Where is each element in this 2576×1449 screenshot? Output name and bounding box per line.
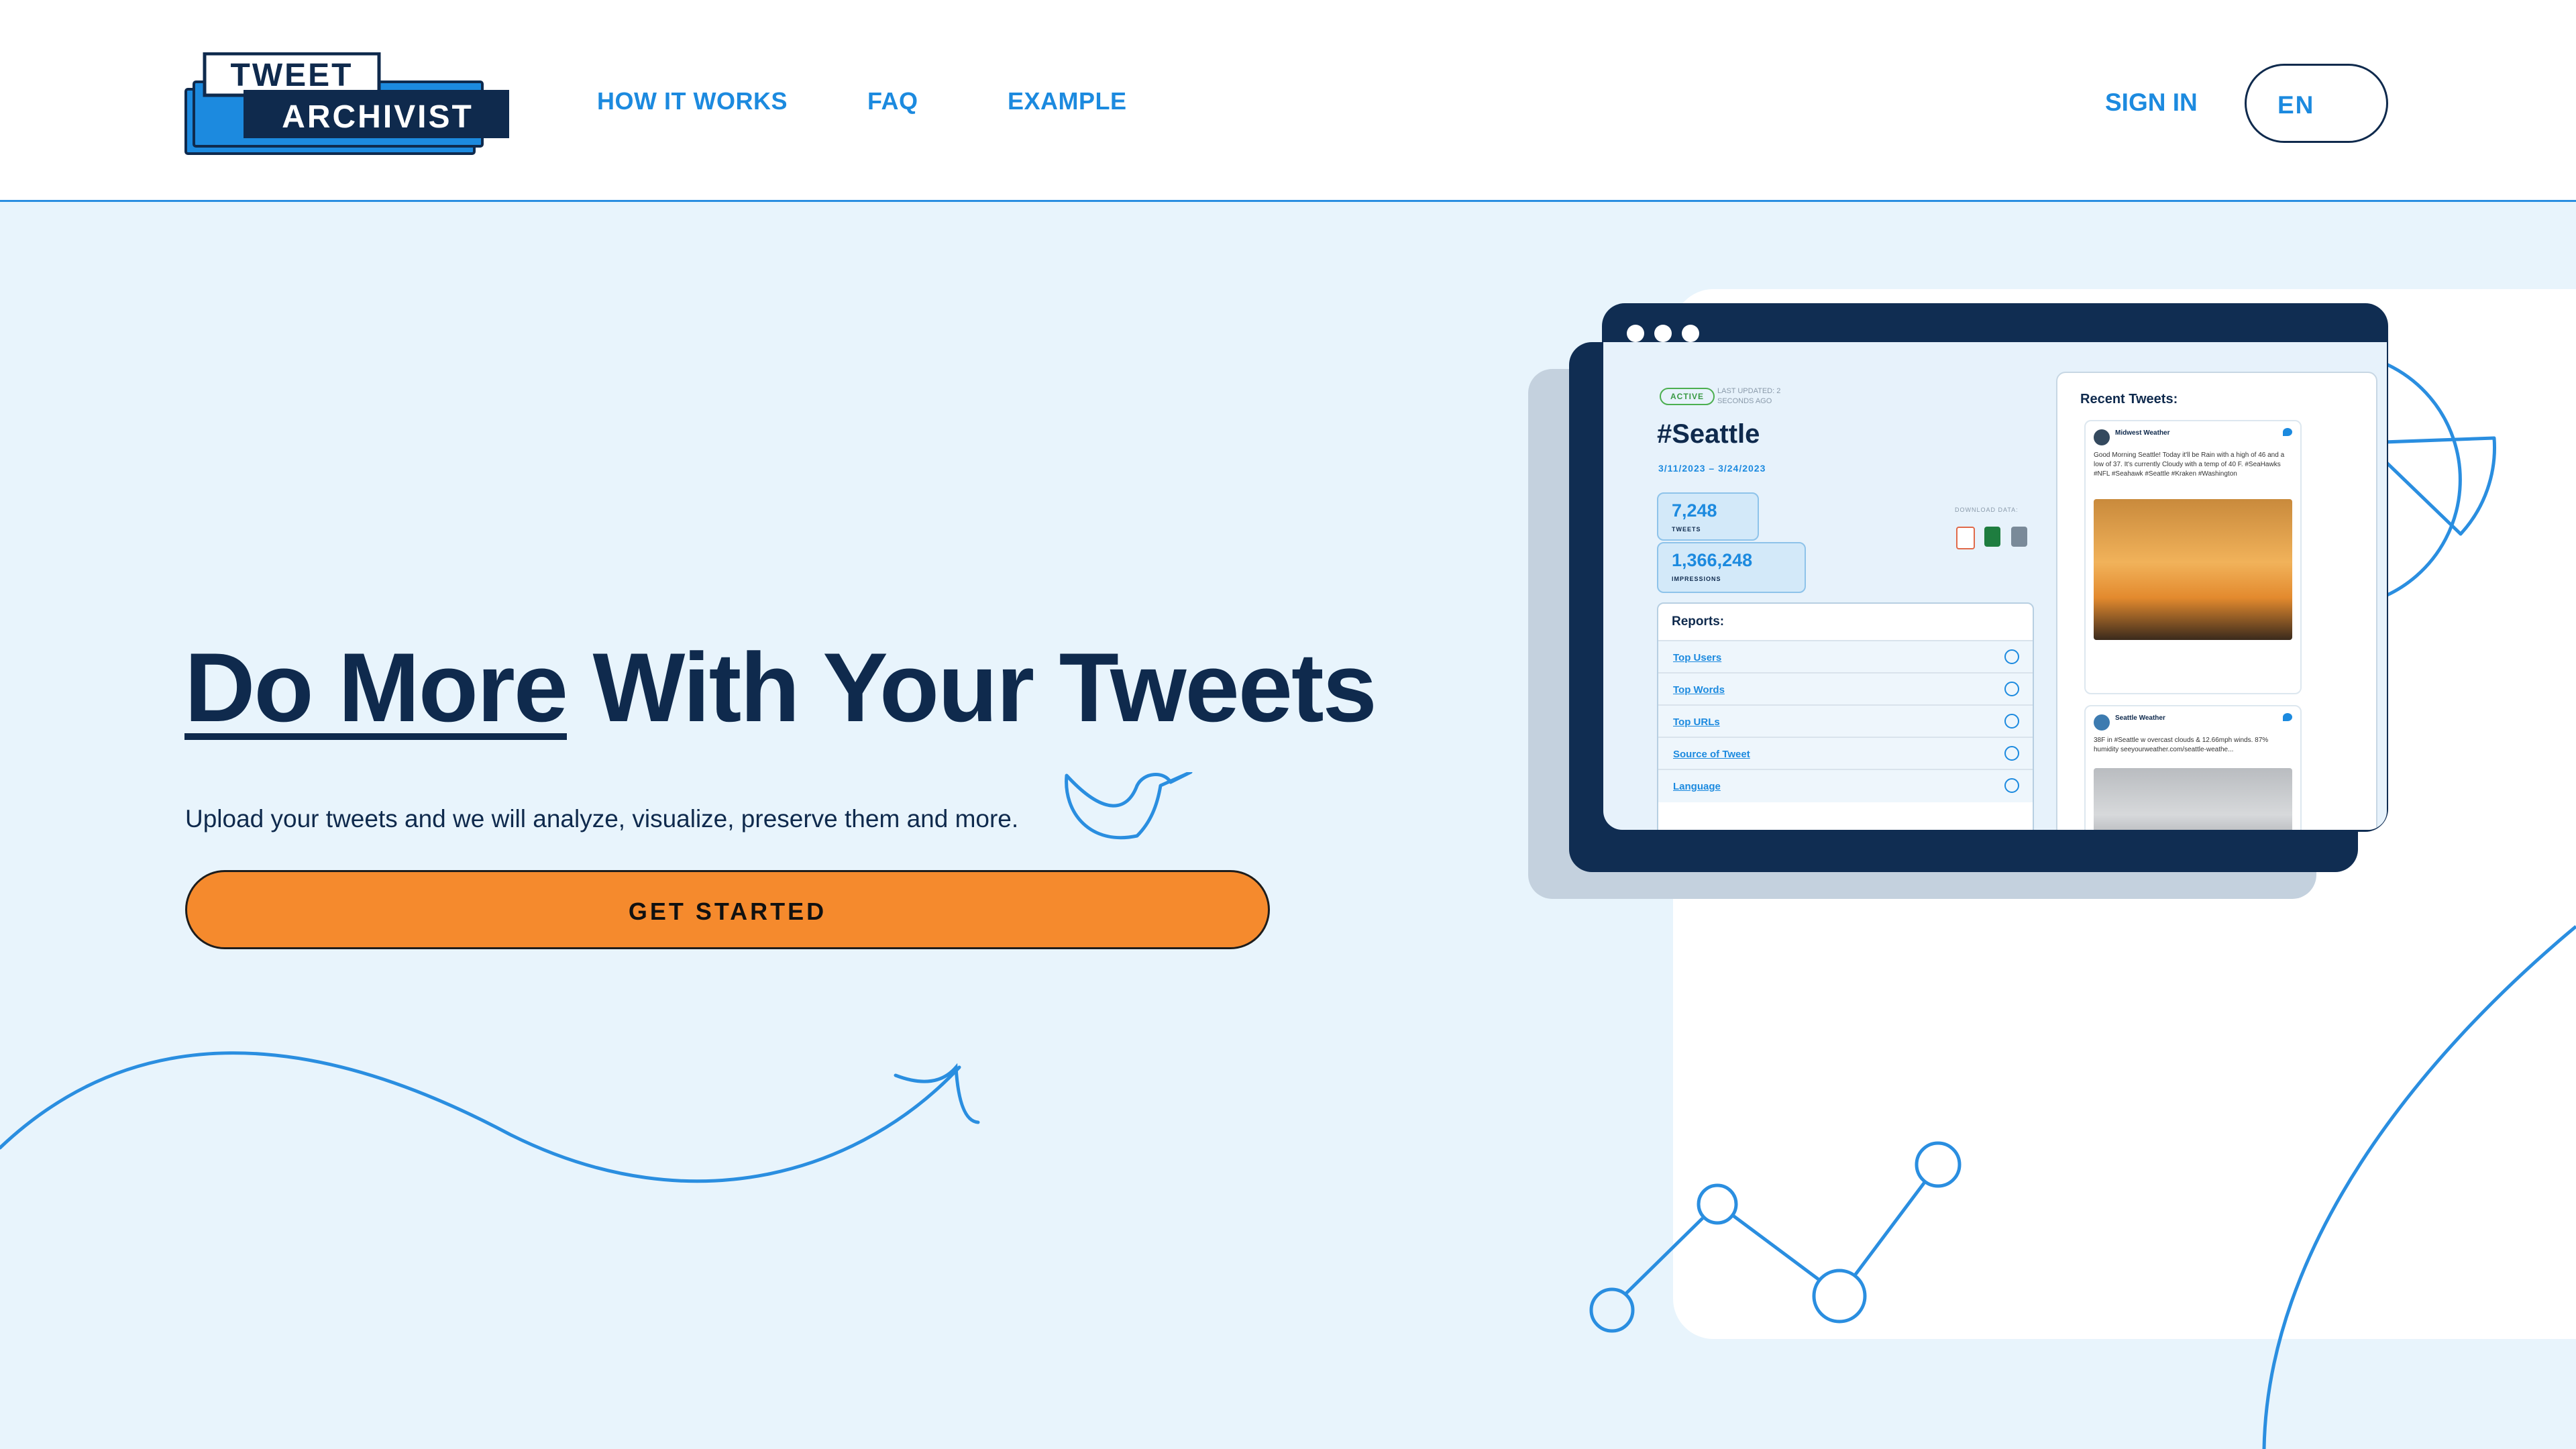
reports-panel: Reports: Top Users Top Words Top URLs So…: [1657, 602, 2034, 830]
avatar: [2094, 429, 2110, 445]
pdf-icon[interactable]: [1956, 527, 1975, 549]
arrow-circle-icon: [2004, 649, 2019, 664]
window-dot-icon: [1682, 325, 1699, 342]
nav-example[interactable]: EXAMPLE: [1008, 87, 1127, 115]
tweet-card[interactable]: Midwest Weather Good Morning Seattle! To…: [2084, 420, 2302, 694]
reports-title: Reports:: [1672, 614, 1725, 629]
stat-impressions: 1,366,248 IMPRESSIONS: [1657, 542, 1806, 593]
report-row[interactable]: Top Words: [1658, 672, 2033, 706]
arrow-circle-icon: [2004, 714, 2019, 729]
nav-faq[interactable]: FAQ: [867, 87, 918, 115]
stat-value: 1,366,248: [1672, 550, 1753, 570]
arrow-circle-icon: [2004, 778, 2019, 793]
line-chart-icon: [1589, 1141, 1962, 1333]
twitter-icon: [2283, 428, 2292, 436]
report-label: Language: [1673, 781, 1721, 792]
get-started-label: GET STARTED: [628, 898, 827, 925]
report-label: Top Users: [1673, 652, 1722, 663]
language-selector[interactable]: EN: [2245, 64, 2388, 143]
tweet-author: Midwest Weather: [2115, 429, 2170, 437]
logo-line1: TWEET: [231, 58, 354, 93]
excel-icon[interactable]: [1984, 527, 2000, 547]
status-badge: ACTIVE: [1660, 388, 1715, 405]
nav-how-it-works[interactable]: HOW IT WORKS: [597, 87, 788, 115]
tweet-author: Seattle Weather: [2115, 714, 2165, 722]
mockup-dates: 3/11/2023 – 3/24/2023: [1658, 463, 1766, 474]
twitter-icon: [2283, 713, 2292, 721]
last-updated: LAST UPDATED: 2 SECONDS AGO: [1717, 387, 1781, 405]
stat-value: 7,248: [1672, 500, 1717, 521]
bird-icon: [1065, 772, 1193, 840]
language-label: EN: [2277, 91, 2315, 119]
hero-subtitle: Upload your tweets and we will analyze, …: [185, 805, 1019, 833]
window-dot-icon: [1654, 325, 1672, 342]
report-row[interactable]: Language: [1658, 769, 2033, 802]
headline-rest: With Your Tweets: [567, 633, 1377, 742]
swoosh-arrow-icon: [0, 1051, 980, 1183]
print-icon[interactable]: [2011, 527, 2027, 547]
site-header: TWEET ARCHIVIST HOW IT WORKS FAQ EXAMPLE…: [0, 0, 2576, 202]
tweet-text: 38F in #Seattle w overcast clouds & 12.6…: [2094, 737, 2269, 753]
curve-line: [2262, 925, 2576, 1449]
avatar: [2094, 714, 2110, 731]
logo-line2: ARCHIVIST: [282, 99, 474, 135]
report-row[interactable]: Top Users: [1658, 640, 2033, 674]
recent-tweets-title: Recent Tweets:: [2080, 392, 2178, 407]
mockup-screen: ACTIVE LAST UPDATED: 2 SECONDS AGO #Seat…: [1603, 342, 2387, 830]
stat-tweets: 7,248 TWEETS: [1657, 492, 1759, 541]
stat-label: IMPRESSIONS: [1672, 576, 1721, 582]
get-started-button[interactable]: GET STARTED: [185, 870, 1270, 949]
report-row[interactable]: Top URLs: [1658, 704, 2033, 738]
recent-tweets-panel: Recent Tweets: Midwest Weather Good Morn…: [2056, 372, 2377, 830]
logo-icon[interactable]: TWEET ARCHIVIST: [184, 52, 513, 156]
hero-headline: Do More With Your Tweets: [184, 631, 1377, 744]
window-dot-icon: [1627, 325, 1644, 342]
stat-label: TWEETS: [1672, 526, 1701, 533]
headline-underlined: Do More: [184, 633, 568, 742]
report-label: Top Words: [1673, 684, 1725, 696]
report-label: Top URLs: [1673, 716, 1720, 728]
arrow-circle-icon: [2004, 682, 2019, 696]
tweet-image: [2094, 768, 2292, 830]
report-label: Source of Tweet: [1673, 749, 1750, 760]
report-row[interactable]: Source of Tweet: [1658, 737, 2033, 770]
sign-in-link[interactable]: SIGN IN: [2105, 89, 2198, 117]
tweet-text: Good Morning Seattle! Today it'll be Rai…: [2094, 451, 2285, 478]
tweet-image: [2094, 499, 2292, 640]
download-label: DOWNLOAD DATA:: [1955, 506, 2019, 513]
arrow-circle-icon: [2004, 746, 2019, 761]
mockup-title: #Seattle: [1657, 419, 1760, 449]
tweet-card[interactable]: Seattle Weather 38F in #Seattle w overca…: [2084, 705, 2302, 830]
